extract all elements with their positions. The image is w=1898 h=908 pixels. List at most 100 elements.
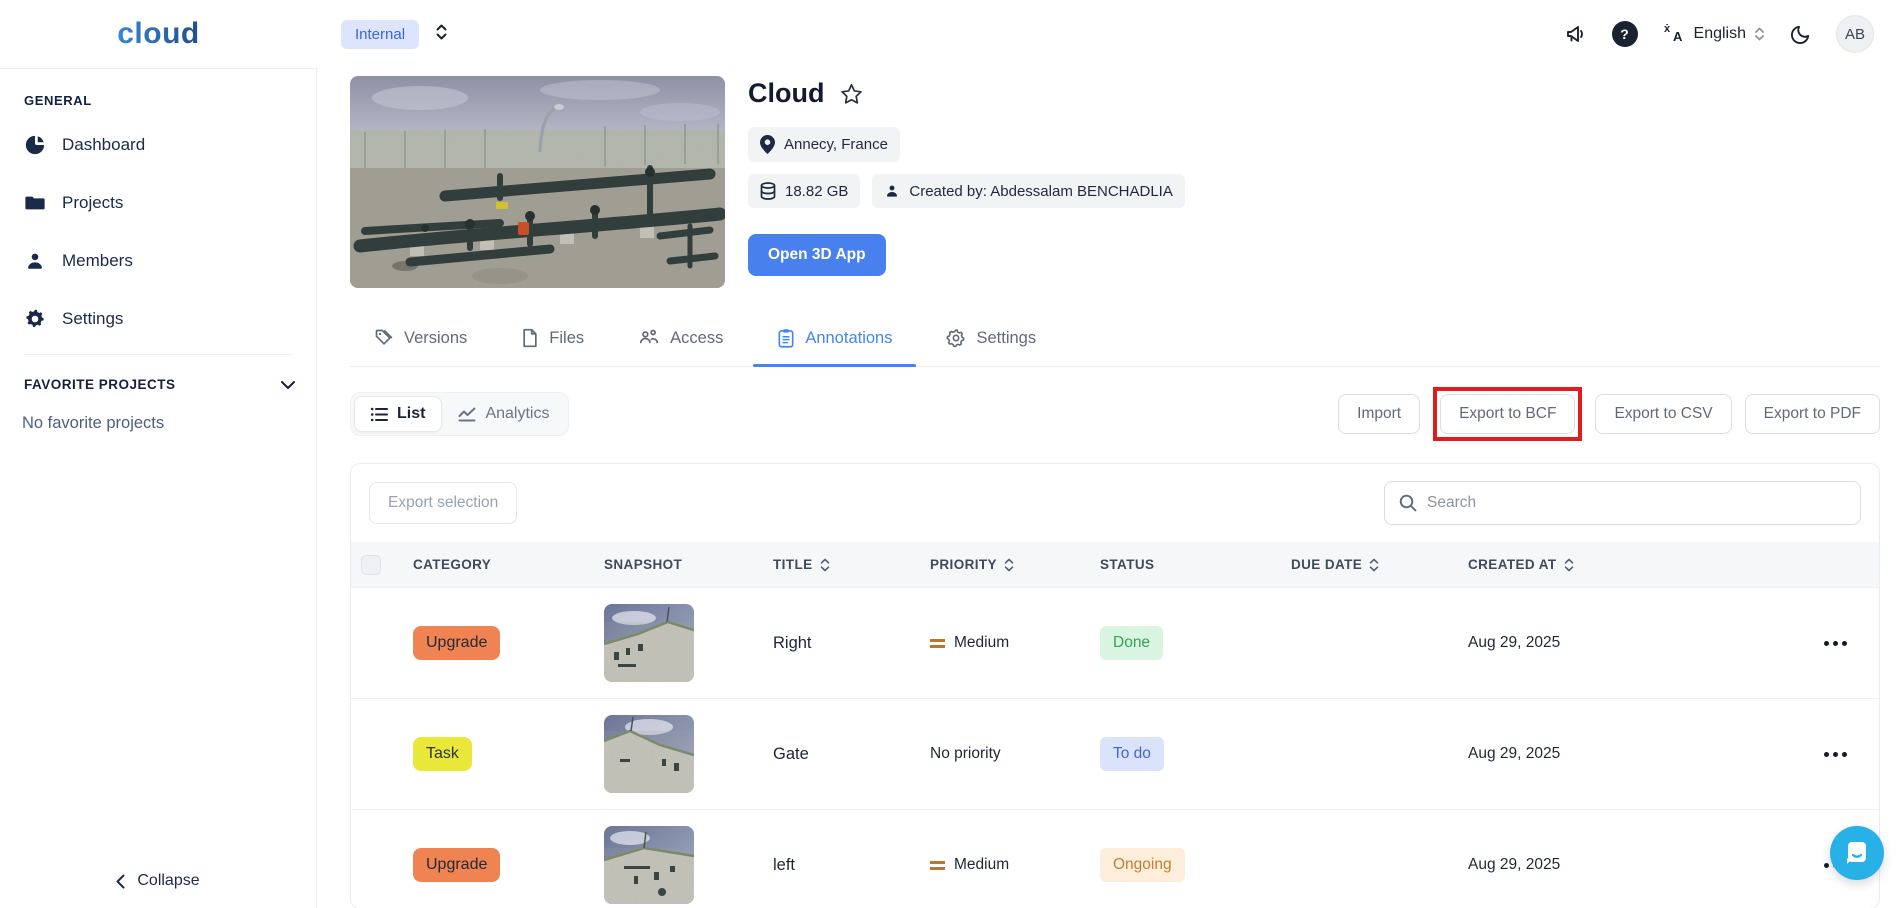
sort-icon [1369,558,1379,571]
person-icon [28,253,42,269]
announcements-icon[interactable] [1564,22,1588,46]
status-badge: Done [1100,626,1164,660]
export-to-bcf-button[interactable]: Export to BCF [1440,394,1576,434]
status-badge: To do [1100,737,1164,771]
priority-label: Medium [954,634,1010,651]
location-text: Annecy, France [784,136,888,153]
chat-bubble-icon [1847,842,1866,864]
sort-icon [1564,558,1573,571]
dashboard-pie-icon [25,135,45,155]
snapshot-thumbnail [604,826,694,904]
translate-icon: ẋA [1662,20,1686,49]
sidebar-section-general: GENERAL [24,93,92,108]
size-text: 18.82 GB [785,182,849,200]
column-priority[interactable]: PRIORITY [930,557,1100,572]
open-3d-app-button[interactable]: Open 3D App [748,234,886,276]
user-avatar[interactable]: AB [1836,15,1874,53]
workspace-sort-chevrons-icon[interactable] [435,23,448,46]
analytics-icon [458,407,476,421]
creator-badge: Created by: Abdessalam BENCHADLIA [872,174,1185,208]
export-to-pdf-button[interactable]: Export to PDF [1744,394,1880,434]
favorite-star-icon[interactable] [840,83,863,105]
workspace-badge[interactable]: Internal [341,19,420,49]
language-chevrons-icon [1755,27,1764,41]
column-category: CATEGORY [413,557,492,572]
snapshot-thumbnail [604,715,694,793]
collapse-label: Collapse [137,872,200,889]
view-analytics-button[interactable]: Analytics [442,396,565,432]
chevron-down-icon[interactable] [280,380,296,390]
location-pin-icon [760,135,775,154]
project-title: Cloud [748,78,825,108]
favorites-label: FAVORITE PROJECTS [24,377,176,392]
sidebar-item-dashboard[interactable]: Dashboard [0,122,316,168]
select-all-checkbox[interactable] [361,554,381,575]
export-to-csv-button[interactable]: Export to CSV [1595,394,1732,434]
sidebar-item-settings[interactable]: Settings [0,296,316,342]
column-created-at[interactable]: CREATED AT [1468,557,1753,572]
search-input[interactable] [1427,494,1846,512]
size-badge: 18.82 GB [748,174,861,208]
tab-versions[interactable]: Versions [350,314,491,366]
column-title[interactable]: TITLE [773,557,930,572]
view-list-label: List [397,405,426,422]
toolbar-actions: Import Export to BCF Export to CSV Expor… [1338,387,1880,441]
created-at-cell: Aug 29, 2025 [1468,856,1561,873]
project-info: Cloud Annecy, France 18.82 GB Created by… [748,76,1185,288]
project-thumbnail [350,76,725,288]
priority-label: Medium [954,856,1010,873]
svg-text:A: A [1673,29,1683,44]
top-right-actions: ? ẋA English AB [1564,15,1898,53]
tab-annotations[interactable]: Annotations [753,314,917,367]
tab-settings[interactable]: Settings [922,314,1060,366]
people-icon [640,329,659,344]
sort-icon [820,558,829,571]
favorites-section-header[interactable]: FAVORITE PROJECTS [0,377,316,392]
app-logo[interactable]: cloud [117,17,200,51]
view-switcher: List Analytics [350,392,570,436]
created-at-cell: Aug 29, 2025 [1468,634,1561,651]
collapse-sidebar-button[interactable]: Collapse [0,872,316,890]
search-box[interactable] [1384,481,1861,525]
sidebar-item-projects[interactable]: Projects [0,180,316,226]
tab-access[interactable]: Access [614,314,747,366]
table-row[interactable]: Task Gate No priority To do Aug 29, 2025 [351,698,1879,809]
priority-cell: No priority [930,745,1100,763]
column-status: STATUS [1100,557,1155,572]
row-actions-menu[interactable] [1753,640,1879,646]
tab-label: Access [670,328,724,347]
folder-icon [25,196,45,210]
database-icon [760,182,776,200]
status-badge: Ongoing [1100,848,1185,882]
annotation-title: left [773,855,796,874]
workspace-selector[interactable]: Internal [341,19,448,49]
tab-label: Files [549,328,585,347]
list-icon [371,407,388,421]
snapshot-thumbnail [604,604,694,682]
help-icon[interactable]: ? [1611,21,1638,47]
import-button[interactable]: Import [1338,394,1421,434]
app-window: cloud Internal ? ẋA English AB GENERAL D… [0,0,1898,908]
project-tabs: Versions Files Access Annotations Settin… [350,314,1880,367]
file-icon [523,328,537,348]
tab-files[interactable]: Files [497,314,608,366]
priority-label: No priority [930,745,1001,762]
table-row[interactable]: Upgrade left Medium Ongoing Aug 29, 2025 [351,809,1879,908]
sort-icon [1004,558,1014,571]
table-row[interactable]: Upgrade Right Medium Done Aug 29, 2025 [351,587,1879,698]
category-badge: Upgrade [413,626,501,660]
dark-mode-icon[interactable] [1789,23,1812,46]
view-list-button[interactable]: List [354,396,443,432]
tab-label: Versions [404,328,468,347]
export-selection-button[interactable]: Export selection [369,482,518,524]
search-icon [1399,494,1417,512]
column-due-date[interactable]: DUE DATE [1291,557,1468,572]
row-actions-menu[interactable] [1753,751,1879,757]
logo-zone: cloud [0,17,317,51]
sidebar-item-members[interactable]: Members [0,238,316,284]
chat-launcher-button[interactable] [1830,826,1884,880]
language-selector[interactable]: ẋA English [1662,20,1765,49]
top-bar: cloud Internal ? ẋA English AB [0,0,1898,68]
sidebar-item-label: Members [62,251,133,270]
priority-cell: Medium [930,856,1100,874]
